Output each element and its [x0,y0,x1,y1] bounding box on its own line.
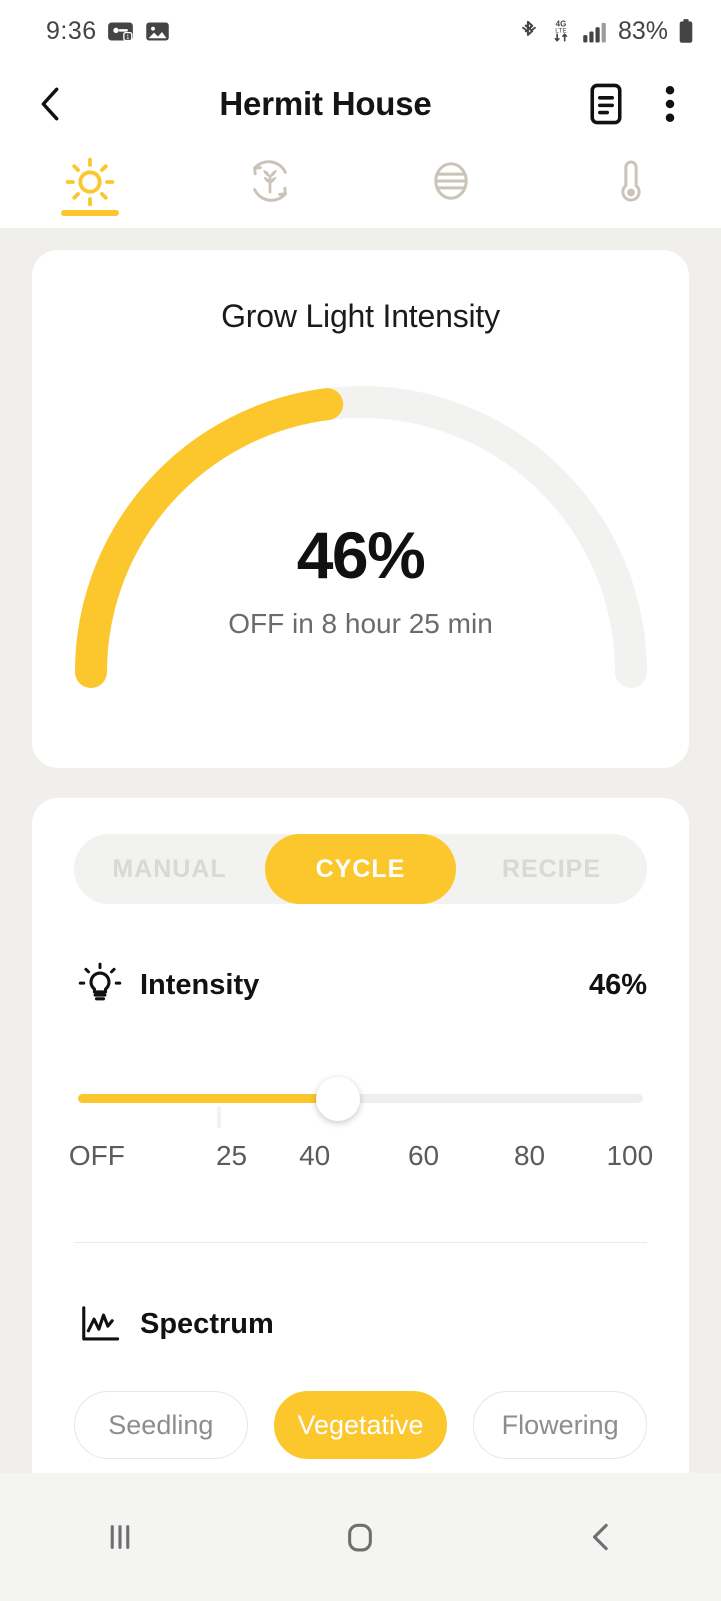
intensity-label: Intensity [140,968,260,1001]
battery-percent: 83% [617,16,668,45]
spectrum-icon-wrap [74,1301,126,1347]
status-time: 9:36 [46,16,97,45]
tab-active-indicator [61,210,120,216]
status-bar: 9:36 1 4G LTE 83% [0,0,721,62]
slider-scale-label-40: 40 [299,1140,331,1171]
slider-thumb[interactable] [315,1077,360,1121]
leaf-cycle-icon [253,160,288,202]
app-screen: 9:36 1 4G LTE 83% Hermit House Grow Ligh… [0,0,721,1601]
slider-track-fill [78,1094,338,1103]
header-actions [581,76,695,132]
thermometer-icon [621,160,641,202]
intensity-icon-wrap [74,962,126,1008]
home-icon [348,1523,373,1552]
control-card: MANUAL CYCLE RECIPE Intensity 46% OFF 25… [32,798,689,1498]
gauge-card: Grow Light Intensity 46% OFF in 8 hour 2… [32,250,689,768]
mode-segmented-control[interactable]: MANUAL CYCLE RECIPE [74,834,647,904]
tab-grow-cycle[interactable] [180,146,360,228]
intensity-value: 46% [588,968,647,1001]
spectrum-chip-seedling[interactable]: Seedling [74,1391,248,1459]
intensity-slider[interactable] [74,1077,647,1128]
slider-scale: OFF 25 40 60 80 100 [69,1140,653,1180]
bluetooth-icon [522,20,536,36]
intensity-row: Intensity 46% [74,962,647,1008]
sun-icon [65,157,115,207]
mode-option-recipe[interactable]: RECIPE [456,834,647,904]
document-notes-icon [590,83,622,125]
more-vertical-icon [665,85,675,123]
gallery-image-icon [145,22,169,40]
lightbulb-icon [78,962,122,1001]
nav-back-button[interactable] [541,1492,661,1582]
section-divider [74,1242,647,1243]
spectrum-chip-group: Seedling Vegetative Flowering [74,1391,648,1459]
slider-tick [217,1106,222,1128]
tab-temperature[interactable] [541,146,721,228]
gauge-subtitle: OFF in 8 hour 25 min [228,608,493,639]
slider-scale-label-off: OFF [68,1140,125,1171]
overflow-menu-button[interactable] [645,76,695,132]
gauge-title: Grow Light Intensity [221,298,500,334]
chevron-left-icon [41,87,59,121]
gauge-arc: 46% OFF in 8 hour 25 min [32,372,689,702]
line-chart-icon [82,1306,120,1341]
mode-option-manual[interactable]: MANUAL [74,834,265,904]
gauge-value: 46% [296,518,426,592]
spectrum-row: Spectrum [74,1301,647,1347]
recents-icon [110,1525,130,1549]
mode-option-cycle[interactable]: CYCLE [265,834,456,904]
tab-ventilation[interactable] [361,146,541,228]
notes-button[interactable] [581,76,631,132]
slider-scale-label-80: 80 [513,1140,546,1171]
tab-light[interactable] [0,146,180,228]
notification-badge-icon: 1 [107,22,133,41]
device-tab-bar [0,146,721,228]
app-header: Hermit House [0,62,721,146]
back-icon [592,1523,608,1551]
gauge-readout: 46% OFF in 8 hour 25 min [32,522,689,640]
signal-bars-icon [583,22,606,43]
slider-scale-label-25: 25 [215,1140,248,1171]
slider-scale-label-60: 60 [407,1140,440,1171]
spectrum-label: Spectrum [140,1307,274,1340]
page-title: Hermit House [219,85,432,122]
status-bar-left: 9:36 1 [46,17,171,46]
android-nav-bar [0,1473,721,1601]
scroll-content[interactable]: Grow Light Intensity 46% OFF in 8 hour 2… [0,228,721,1498]
lte-data-icon: 4G LTE [554,19,567,42]
slider-scale-label-100: 100 [606,1140,654,1171]
battery-icon [679,18,693,43]
nav-home-button[interactable] [300,1492,420,1582]
nav-recents-button[interactable] [60,1492,180,1582]
status-bar-right: 4G LTE 83% [518,17,695,46]
spectrum-chip-flowering[interactable]: Flowering [473,1391,648,1459]
air-circle-icon [433,162,468,200]
spectrum-chip-vegetative[interactable]: Vegetative [273,1391,448,1459]
